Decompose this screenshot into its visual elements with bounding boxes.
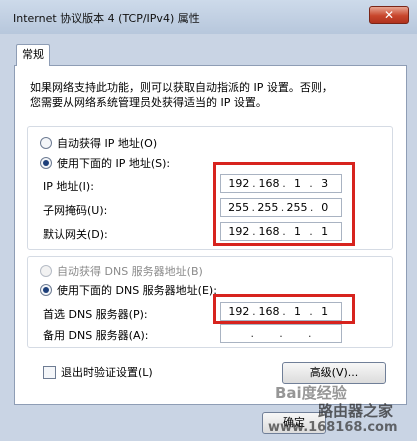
manual-dns-radio[interactable]: 使用下面的 DNS 服务器地址(E): xyxy=(40,282,217,298)
radio-checked-icon xyxy=(40,157,52,169)
ip-address-label: IP 地址(I): xyxy=(43,180,94,193)
auto-dns-label: 自动获得 DNS 服务器地址(B) xyxy=(57,265,203,278)
preferred-dns-label: 首选 DNS 服务器(P): xyxy=(43,308,148,321)
description-line-2: 您需要从网络系统管理员处获得适当的 IP 设置。 xyxy=(30,96,267,109)
radio-disabled-icon xyxy=(40,265,52,277)
subnet-mask-label: 子网掩码(U): xyxy=(43,204,108,217)
auto-ip-label: 自动获得 IP 地址(O) xyxy=(57,137,158,150)
auto-ip-radio[interactable]: 自动获得 IP 地址(O) xyxy=(40,135,157,151)
radio-checked-icon xyxy=(40,284,52,296)
manual-dns-label: 使用下面的 DNS 服务器地址(E): xyxy=(57,284,217,297)
close-button[interactable]: ✕ xyxy=(369,6,409,24)
radio-icon xyxy=(40,137,52,149)
watermark-url: www.168168.com xyxy=(268,420,398,435)
alternate-dns-field[interactable]: . . . xyxy=(220,324,342,343)
close-icon: ✕ xyxy=(383,8,395,22)
alternate-dns-label: 备用 DNS 服务器(A): xyxy=(43,329,149,342)
validate-label: 退出时验证设置(L) xyxy=(61,366,153,379)
ip-highlight-box xyxy=(213,162,355,246)
advanced-button[interactable]: 高级(V)... xyxy=(282,362,386,384)
description-text: 如果网络支持此功能，则可以获取自动指派的 IP 设置。否则， 您需要从网络系统管… xyxy=(30,80,333,110)
gateway-label: 默认网关(D): xyxy=(43,228,108,241)
tab-general[interactable]: 常规 xyxy=(16,44,50,66)
validate-on-exit-checkbox[interactable]: 退出时验证设置(L) xyxy=(43,364,153,380)
window-title: Internet 协议版本 4 (TCP/IPv4) 属性 xyxy=(13,12,200,25)
manual-ip-radio[interactable]: 使用下面的 IP 地址(S): xyxy=(40,155,170,171)
title-bar: Internet 协议版本 4 (TCP/IPv4) 属性 ✕ xyxy=(0,0,417,34)
checkbox-icon xyxy=(43,365,56,379)
dns-highlight-box xyxy=(213,294,355,324)
auto-dns-radio[interactable]: 自动获得 DNS 服务器地址(B) xyxy=(40,263,203,279)
watermark-site-name: 路由器之家 xyxy=(318,402,394,420)
manual-ip-label: 使用下面的 IP 地址(S): xyxy=(57,157,171,170)
description-line-1: 如果网络支持此功能，则可以获取自动指派的 IP 设置。否则， xyxy=(30,81,333,94)
